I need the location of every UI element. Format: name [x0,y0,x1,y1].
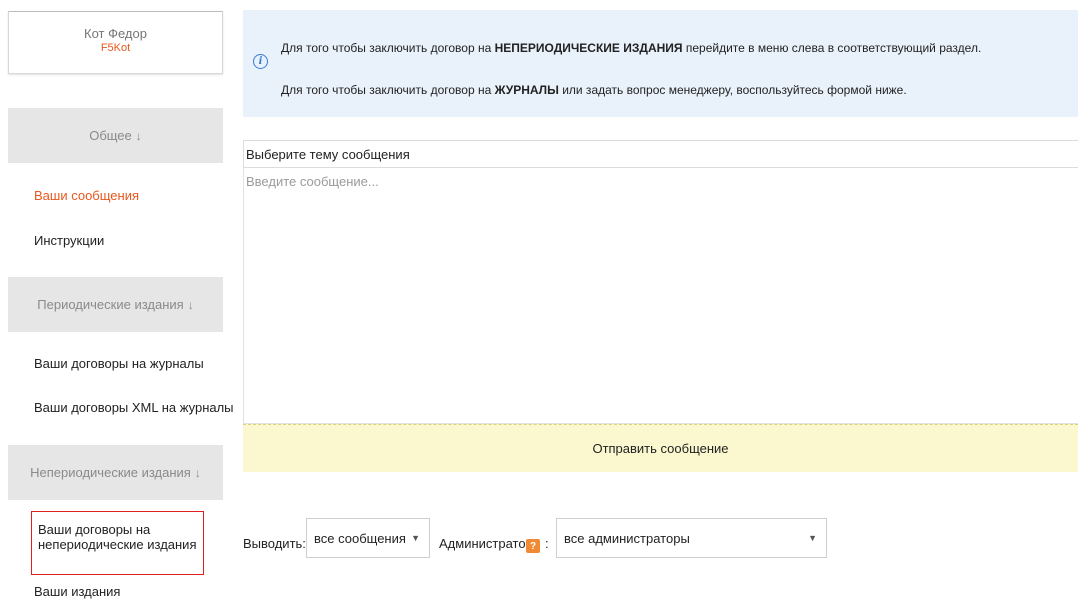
messages-filter-select[interactable]: все сообщения ▼ [306,518,430,558]
sidebar-item-journal-contracts[interactable]: Ваши договоры на журналы [34,356,204,371]
info-line-nonperiodicals: Для того чтобы заключить договор на НЕПЕ… [281,41,981,55]
messages-filter-value: все сообщения [314,530,406,546]
arrow-down-icon: ↓ [135,128,142,143]
info-line2-post: или задать вопрос менеджеру, воспользуйт… [558,83,907,97]
sidebar-item-journal-xml-contracts[interactable]: Ваши договоры XML на журналы [34,400,234,415]
dropdown-caret-icon: ▼ [411,533,420,543]
section-periodicals-title: Периодические издания [37,297,184,312]
info-line2-bold: ЖУРНАЛЫ [494,83,559,97]
user-box: Кот Федор F5Kot [8,11,223,74]
sidebar-item-nonperiodical-contracts[interactable]: Ваши договоры на непериодические издания [31,511,204,575]
info-line1-pre: Для того чтобы заключить договор на [281,41,495,55]
info-line1-post: перейдите в меню слева в соответствующий… [682,41,982,55]
section-general-title: Общее [89,128,132,143]
info-line1-bold: НЕПЕРИОДИЧЕСКИЕ ИЗДАНИЯ [494,41,683,55]
sidebar-item-messages[interactable]: Ваши сообщения [34,188,139,203]
info-icon: i [253,54,268,69]
info-box: i Для того чтобы заключить договор на НЕ… [243,10,1078,117]
info-line2-pre: Для того чтобы заключить договор на [281,83,495,97]
sidebar-item-instructions[interactable]: Инструкции [34,233,104,248]
section-periodicals[interactable]: Периодические издания ↓ [8,277,223,332]
admin-filter-value: все администраторы [564,530,690,546]
user-login[interactable]: F5Kot [9,41,222,56]
user-name: Кот Федор [84,26,147,41]
admin-colon: : [545,536,549,551]
send-message-button[interactable]: Отправить сообщение [243,424,1078,472]
message-input[interactable] [243,168,1078,424]
info-line-journals: Для того чтобы заключить договор на ЖУРН… [281,83,907,97]
section-nonperiodicals[interactable]: Непериодические издания ↓ [8,445,223,500]
page: Кот Федор F5Kot Общее ↓ Ваши сообщения И… [0,0,1078,601]
arrow-down-icon: ↓ [194,465,201,480]
section-nonperiodicals-title: Непериодические издания [30,465,191,480]
admin-filter-select[interactable]: все администраторы ▼ [556,518,827,558]
show-label: Выводить: [243,536,306,551]
admin-label: Администратор [439,536,533,551]
sidebar-item-publications[interactable]: Ваши издания [34,584,120,599]
topic-select[interactable]: Выберите тему сообщения [243,140,1078,168]
dropdown-caret-icon: ▼ [808,533,817,543]
section-general[interactable]: Общее ↓ [8,108,223,163]
arrow-down-icon: ↓ [187,297,194,312]
help-icon[interactable]: ? [526,539,540,553]
